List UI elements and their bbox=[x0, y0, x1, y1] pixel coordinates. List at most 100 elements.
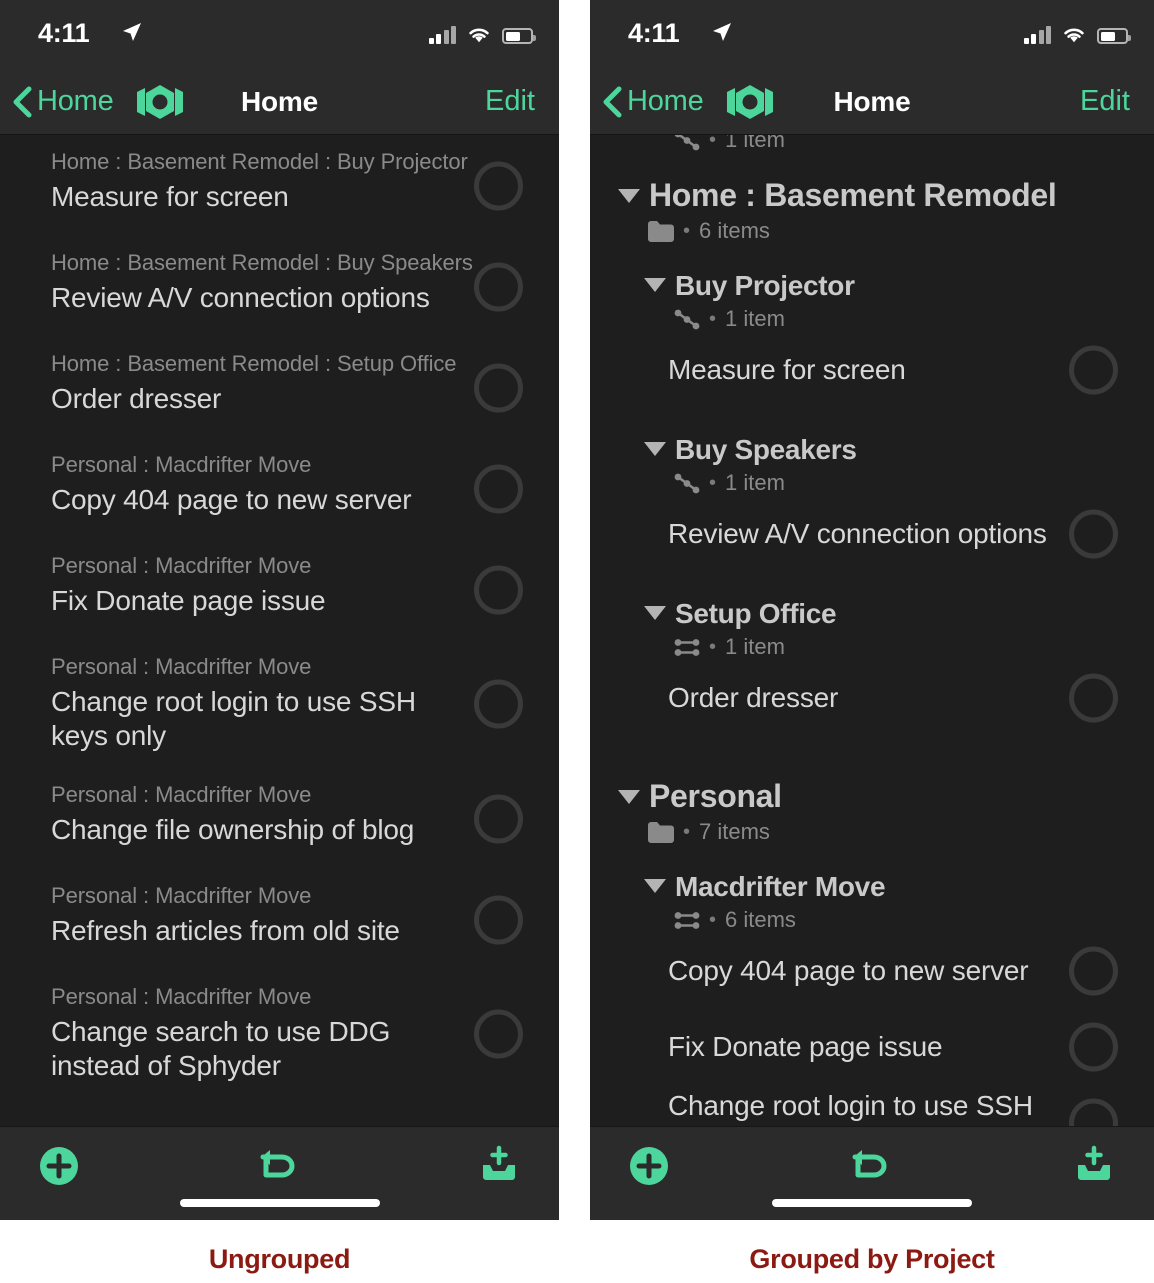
group-item-count: 7 items bbox=[699, 819, 770, 844]
group-item-count: 6 items bbox=[699, 218, 770, 243]
task-title: Order dresser bbox=[51, 383, 222, 414]
add-to-inbox-button[interactable] bbox=[1072, 1145, 1116, 1187]
group-meta: • 6 items bbox=[590, 218, 1154, 244]
location-arrow-icon bbox=[713, 23, 731, 41]
task-row[interactable]: Home : Basement Remodel : Buy Projector M… bbox=[0, 135, 559, 236]
task-row[interactable]: Fix Donate page issue bbox=[590, 1009, 1154, 1085]
subgroup-header[interactable]: Buy Speakers bbox=[590, 434, 1154, 466]
task-checkbox[interactable] bbox=[474, 262, 523, 311]
parallel-icon bbox=[674, 911, 700, 929]
bottom-toolbar bbox=[0, 1126, 559, 1220]
task-title: Change root login to use SSH keys only bbox=[51, 686, 416, 751]
task-row[interactable]: Review A/V connection options bbox=[590, 496, 1154, 572]
battery-icon bbox=[1097, 28, 1131, 44]
task-checkbox[interactable] bbox=[1069, 509, 1118, 559]
caption-ungrouped: Ungrouped bbox=[208, 1244, 351, 1274]
task-checkbox[interactable] bbox=[1069, 1098, 1118, 1126]
task-row[interactable]: Personal : Macdrifter Move Change search … bbox=[0, 970, 559, 1098]
disclosure-triangle-icon[interactable] bbox=[618, 189, 640, 203]
task-row[interactable]: Copy 404 page to new server bbox=[590, 933, 1154, 1009]
task-row[interactable]: Personal : Macdrifter Move Change file ow… bbox=[0, 768, 559, 869]
group-header[interactable]: Personal bbox=[590, 778, 1154, 815]
task-row[interactable]: Personal : Macdrifter Move Copy 404 page … bbox=[0, 438, 559, 539]
task-title: Change file ownership of blog bbox=[51, 814, 415, 845]
task-checkbox[interactable] bbox=[1069, 673, 1118, 723]
subgroup: Buy Projector • 1 item Measure for screen bbox=[590, 270, 1154, 408]
page-title: Home bbox=[241, 85, 318, 117]
task-checkbox[interactable] bbox=[474, 794, 523, 843]
task-title: Review A/V connection options bbox=[51, 282, 430, 313]
disclosure-triangle-icon[interactable] bbox=[618, 790, 640, 804]
group-title: Home : Basement Remodel bbox=[649, 177, 1057, 213]
task-checkbox[interactable] bbox=[474, 565, 523, 614]
task-checkbox[interactable] bbox=[474, 895, 523, 944]
group-meta: • 1 item bbox=[590, 470, 1154, 496]
subgroup-header[interactable]: Macdrifter Move bbox=[590, 871, 1154, 903]
add-task-button[interactable] bbox=[38, 1145, 80, 1187]
task-title: Refresh articles from old site bbox=[51, 915, 400, 946]
task-checkbox[interactable] bbox=[474, 363, 523, 412]
status-bar-indicators bbox=[428, 20, 536, 44]
group-meta: • 7 items bbox=[590, 819, 1154, 845]
undo-arrow-icon bbox=[852, 1150, 887, 1178]
task-checkbox[interactable] bbox=[1069, 345, 1118, 395]
task-title: Copy 404 page to new server bbox=[51, 484, 412, 515]
group-meta: • 1 item bbox=[590, 634, 1154, 660]
status-bar: 4:11 bbox=[590, 0, 1154, 68]
disclosure-triangle-icon[interactable] bbox=[644, 278, 666, 292]
caption-grouped: Grouped by Project bbox=[749, 1244, 995, 1274]
task-list-grouped[interactable]: • 1 item Home : Basement Remodel • 6 items Bu… bbox=[590, 135, 1154, 1126]
disclosure-triangle-icon[interactable] bbox=[644, 879, 666, 893]
undo-arrow-icon bbox=[260, 1150, 294, 1178]
task-row[interactable]: Home : Basement Remodel : Buy Speakers Re… bbox=[0, 236, 559, 337]
home-indicator bbox=[179, 1199, 380, 1207]
subgroup-header[interactable]: Setup Office bbox=[590, 598, 1154, 630]
meta-separator-dot: • bbox=[709, 908, 717, 931]
task-row[interactable]: Personal : Macdrifter Move Fix Donate pag… bbox=[0, 539, 559, 640]
task-title: Change root login to use SSH keys only bbox=[668, 1090, 1033, 1126]
group-header[interactable]: Home : Basement Remodel bbox=[590, 177, 1154, 214]
sequential-icon bbox=[674, 309, 700, 329]
battery-icon bbox=[502, 28, 536, 44]
meta-separator-dot: • bbox=[709, 635, 717, 658]
disclosure-triangle-icon[interactable] bbox=[644, 606, 666, 620]
task-row[interactable]: Personal : Macdrifter Move Change root lo… bbox=[0, 640, 559, 768]
task-row[interactable]: Order dresser bbox=[590, 660, 1154, 736]
task-title: Fix Donate page issue bbox=[668, 1031, 943, 1062]
add-task-button[interactable] bbox=[628, 1145, 670, 1187]
wifi-icon bbox=[1064, 28, 1084, 43]
task-row[interactable]: Personal : Macdrifter Move Refresh articl… bbox=[0, 869, 559, 970]
add-to-inbox-button[interactable] bbox=[477, 1145, 521, 1187]
cellular-signal-icon bbox=[428, 26, 456, 44]
comparison-figure: 4:11 Home Home Edit Home: Basement Remo… bbox=[0, 0, 1154, 1283]
group-title: Buy Speakers bbox=[675, 434, 857, 465]
group-meta: • 1 item bbox=[590, 306, 1154, 332]
meta-separator-dot: • bbox=[683, 820, 691, 843]
folder-icon bbox=[648, 220, 674, 242]
meta-separator-dot: • bbox=[683, 219, 691, 242]
group-title: Macdrifter Move bbox=[675, 871, 886, 902]
edit-button[interactable]: Edit bbox=[1080, 68, 1130, 135]
task-checkbox[interactable] bbox=[474, 464, 523, 513]
group-item-count: 1 item bbox=[725, 306, 785, 331]
subgroup-header[interactable]: Buy Projector bbox=[590, 270, 1154, 302]
task-checkbox[interactable] bbox=[474, 161, 523, 210]
task-checkbox[interactable] bbox=[1069, 946, 1118, 996]
undo-button[interactable] bbox=[848, 1145, 894, 1187]
task-row[interactable]: Measure for screen bbox=[590, 332, 1154, 408]
task-checkbox[interactable] bbox=[474, 1009, 523, 1059]
wifi-icon bbox=[469, 28, 489, 43]
task-checkbox[interactable] bbox=[474, 679, 523, 729]
undo-button[interactable] bbox=[256, 1145, 302, 1187]
task-checkbox[interactable] bbox=[1069, 1022, 1118, 1072]
sequential-icon bbox=[674, 135, 700, 150]
group-item-count: 1 item bbox=[725, 634, 785, 659]
home-indicator bbox=[772, 1199, 972, 1207]
group-meta-clipped: • 1 item bbox=[590, 135, 1154, 153]
disclosure-triangle-icon[interactable] bbox=[644, 442, 666, 456]
task-list-ungrouped[interactable]: Home : Basement Remodel : Buy Projector M… bbox=[0, 135, 559, 1126]
task-row[interactable]: Change root login to use SSH keys only bbox=[590, 1085, 1154, 1126]
edit-button[interactable]: Edit bbox=[485, 68, 535, 135]
task-row[interactable]: Home : Basement Remodel : Setup Office Or… bbox=[0, 337, 559, 438]
sequential-icon bbox=[674, 473, 700, 493]
